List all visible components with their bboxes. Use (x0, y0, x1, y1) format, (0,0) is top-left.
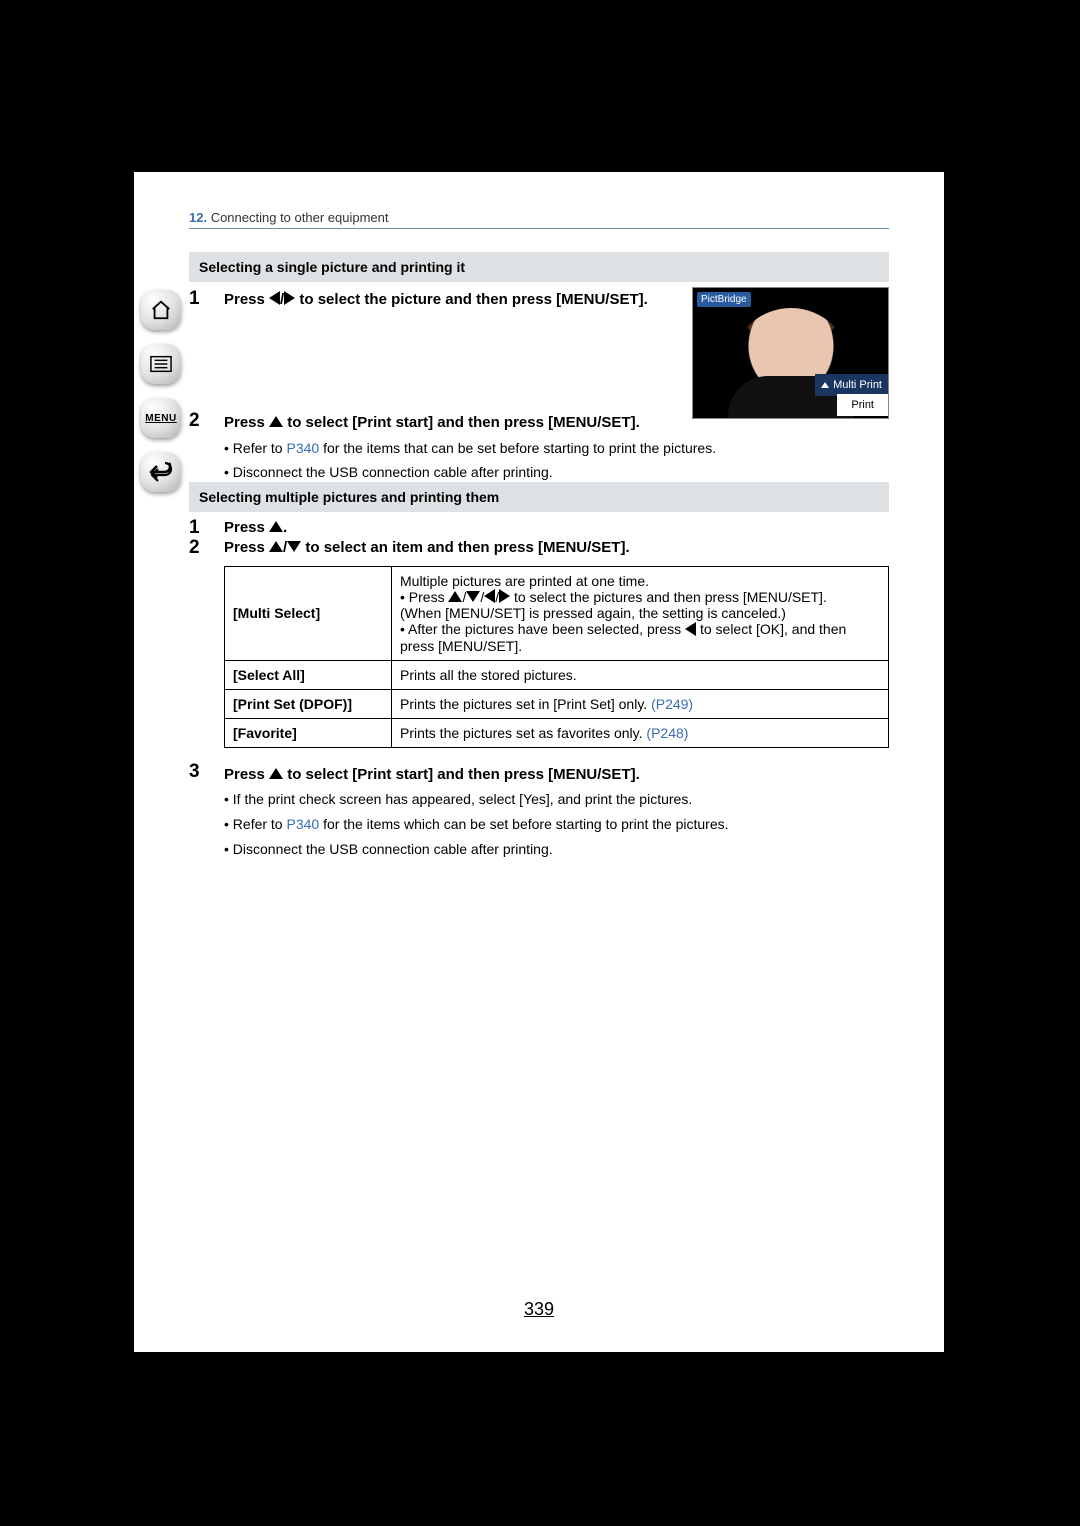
option-desc: Prints the pictures set as favorites onl… (392, 718, 889, 747)
page-link-p340[interactable]: P340 (287, 816, 320, 832)
option-label: [Select All] (225, 660, 392, 689)
right-arrow-icon (499, 589, 510, 603)
up-arrow-icon (269, 768, 283, 779)
header-rule (189, 228, 889, 229)
chapter-header: 12. Connecting to other equipment (189, 210, 889, 225)
step-number: 3 (189, 761, 200, 783)
back-arrow-icon (149, 462, 173, 482)
sidebar-nav: MENU (134, 290, 188, 506)
home-button[interactable] (141, 290, 181, 330)
table-row: [Select All] Prints all the stored pictu… (225, 660, 889, 689)
table-row: [Print Set (DPOF)] Prints the pictures s… (225, 689, 889, 718)
up-arrow-icon (269, 521, 283, 532)
option-label: [Print Set (DPOF)] (225, 689, 392, 718)
left-arrow-icon (685, 622, 696, 636)
up-arrow-icon (448, 591, 462, 602)
left-arrow-icon (484, 589, 495, 603)
up-arrow-icon (821, 382, 829, 388)
option-label: [Multi Select] (225, 567, 392, 661)
step-number: 1 (189, 517, 200, 539)
down-arrow-icon (466, 591, 480, 602)
step-number: 2 (189, 537, 200, 559)
step-number: 1 (189, 288, 200, 310)
section-heading-single: Selecting a single picture and printing … (189, 252, 889, 282)
manual-page: 12. Connecting to other equipment Select… (134, 172, 944, 1352)
step-number: 2 (189, 410, 200, 432)
options-table: [Multi Select] Multiple pictures are pri… (224, 566, 889, 748)
contents-button[interactable] (141, 344, 181, 384)
page-link-p249[interactable]: (P249) (651, 696, 693, 712)
table-row: [Favorite] Prints the pictures set as fa… (225, 718, 889, 747)
chapter-number: 12. (189, 210, 207, 225)
step-instruction: Press to select [Print start] and then p… (224, 412, 884, 483)
list-icon (150, 355, 172, 373)
right-arrow-icon (284, 291, 295, 305)
pictbridge-badge: PictBridge (697, 292, 751, 307)
left-arrow-icon (269, 291, 280, 305)
section-heading-multiple: Selecting multiple pictures and printing… (189, 482, 889, 512)
option-label: [Favorite] (225, 718, 392, 747)
camera-screenshot: PictBridge Multi Print Print (692, 287, 889, 419)
multi-print-option: Multi Print (815, 374, 888, 396)
up-arrow-icon (269, 416, 283, 427)
option-desc: Prints all the stored pictures. (392, 660, 889, 689)
down-arrow-icon (287, 541, 301, 552)
back-button[interactable] (141, 452, 181, 492)
home-icon (150, 299, 172, 321)
page-link-p340[interactable]: P340 (287, 440, 320, 456)
chapter-title: Connecting to other equipment (207, 210, 388, 225)
step-instruction: Press / to select an item and then press… (224, 539, 630, 556)
step-instruction: Press . (224, 519, 287, 536)
option-desc: Prints the pictures set in [Print Set] o… (392, 689, 889, 718)
menu-button[interactable]: MENU (141, 398, 181, 438)
page-link-p248[interactable]: (P248) (646, 725, 688, 741)
table-row: [Multi Select] Multiple pictures are pri… (225, 567, 889, 661)
up-arrow-icon (269, 541, 283, 552)
step-instruction: Press to select [Print start] and then p… (224, 763, 884, 860)
step-instruction: Press / to select the picture and then p… (224, 290, 654, 310)
option-desc: Multiple pictures are printed at one tim… (392, 567, 889, 661)
page-number: 339 (134, 1299, 944, 1320)
